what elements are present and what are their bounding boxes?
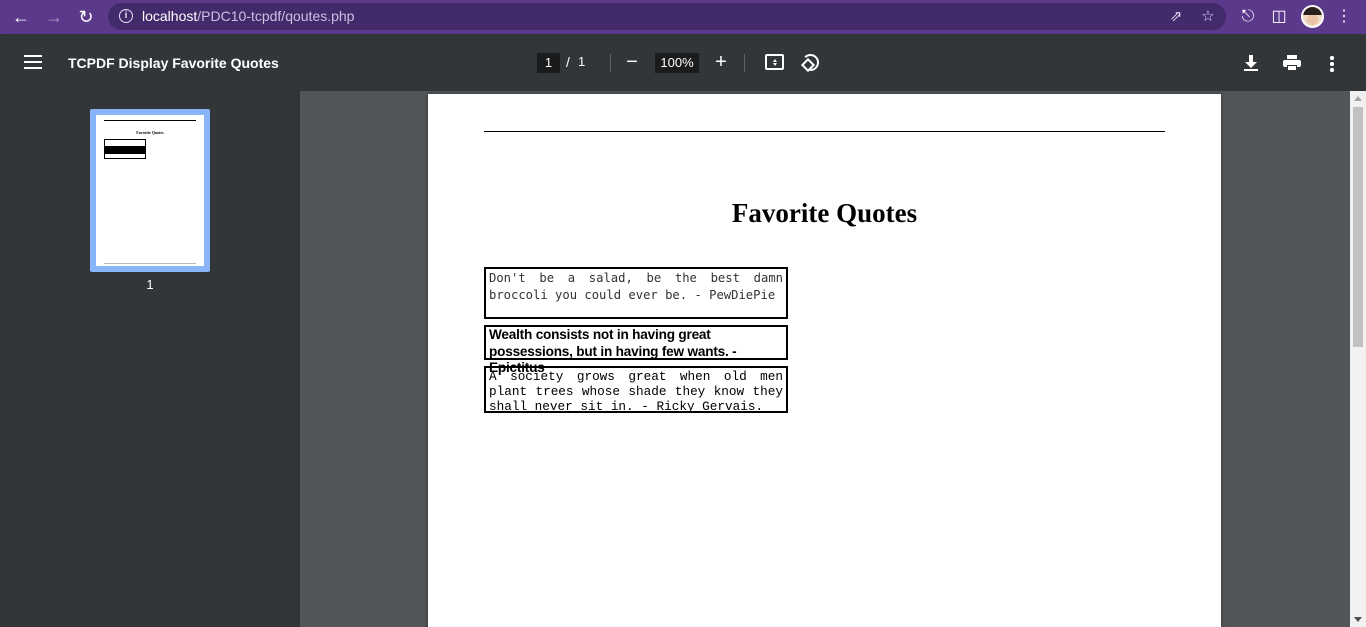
back-icon[interactable]: ←: [10, 6, 32, 28]
pdf-viewer: Favorite Quotes Don't be a salad, be the…: [300, 91, 1350, 627]
zoom-input[interactable]: 100%: [655, 53, 699, 73]
page-number-input[interactable]: 1: [537, 53, 560, 73]
header-rule: [484, 131, 1165, 132]
browser-toolbar: ← → ↻ i localhost/PDC10-tcpdf/qoutes.php…: [0, 0, 1366, 34]
extensions-icon[interactable]: ⎋: [1237, 6, 1259, 28]
thumbnail-page: Favorite Quotes: [96, 115, 204, 266]
vertical-scrollbar[interactable]: [1350, 91, 1366, 627]
download-icon[interactable]: [1243, 55, 1259, 71]
zoom-out-icon[interactable]: −: [620, 50, 644, 74]
page-separator: /: [566, 54, 570, 70]
profile-avatar[interactable]: [1301, 5, 1324, 28]
quote-box: A society grows great when old men plant…: [484, 366, 788, 414]
fit-to-page-icon[interactable]: [765, 54, 784, 70]
rotate-icon[interactable]: [802, 54, 819, 71]
chrome-menu-icon[interactable]: ⋮: [1333, 6, 1355, 28]
bookmark-star-icon[interactable]: ☆: [1198, 7, 1218, 27]
scroll-thumb[interactable]: [1353, 107, 1363, 347]
forward-icon[interactable]: →: [43, 6, 65, 28]
quote-box: Don't be a salad, be the best damn brocc…: [484, 267, 788, 319]
toolbar-divider: [744, 54, 745, 72]
info-icon[interactable]: i: [119, 9, 133, 23]
thumbnail-sidebar: Favorite Quotes 1: [0, 91, 300, 627]
pdf-page: Favorite Quotes Don't be a salad, be the…: [428, 94, 1221, 627]
share-icon[interactable]: ⇗: [1166, 7, 1186, 27]
reload-icon[interactable]: ↻: [75, 6, 97, 28]
scroll-down-arrow[interactable]: [1354, 617, 1362, 622]
quote-box: Wealth consists not in having great poss…: [484, 325, 788, 375]
scroll-up-arrow[interactable]: [1354, 96, 1362, 101]
thumbnail-title: Favorite Quotes: [136, 130, 164, 135]
total-pages: 1: [578, 54, 586, 69]
zoom-in-icon[interactable]: +: [709, 50, 733, 74]
pdf-toolbar: TCPDF Display Favorite Quotes 1 / 1 − 10…: [0, 34, 1366, 91]
side-panel-icon[interactable]: ◫: [1268, 6, 1290, 28]
address-bar[interactable]: i localhost/PDC10-tcpdf/qoutes.php ⇗ ☆: [108, 3, 1226, 30]
document-title: TCPDF Display Favorite Quotes: [68, 55, 279, 71]
page-title: Favorite Quotes: [731, 198, 918, 228]
menu-icon[interactable]: [24, 55, 42, 69]
url-text[interactable]: localhost/PDC10-tcpdf/qoutes.php: [142, 8, 354, 24]
page-thumbnail[interactable]: Favorite Quotes: [90, 109, 210, 272]
more-options-icon[interactable]: [1330, 56, 1334, 72]
thumbnail-page-number: 1: [146, 277, 154, 292]
toolbar-divider: [610, 54, 611, 72]
print-icon[interactable]: [1283, 55, 1301, 71]
